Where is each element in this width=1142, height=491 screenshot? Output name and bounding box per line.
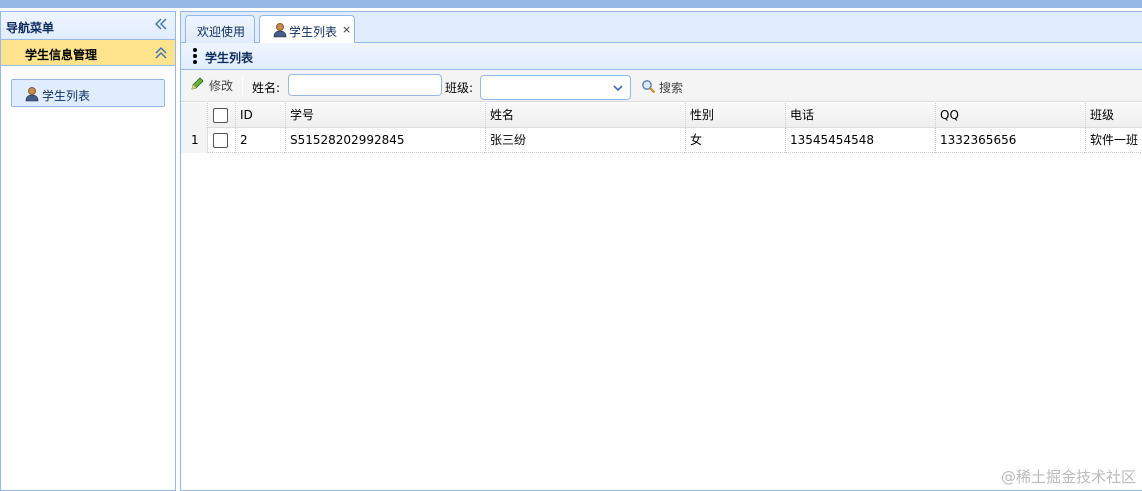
- menu-dots-icon: [193, 48, 197, 64]
- tab-student-list[interactable]: 学生列表 ×: [259, 15, 355, 44]
- class-select[interactable]: [480, 75, 631, 100]
- panel-title: 学生列表: [205, 51, 254, 65]
- search-label: 搜索: [659, 81, 684, 95]
- table-row[interactable]: 1 2 S51528202992845 张三纷 女 13545454548 13…: [181, 128, 1142, 153]
- chevron-down-icon: [613, 85, 623, 92]
- main-panel: 欢迎使用 学生列表 × 学生列表 修改 姓名: 班级: 搜索 ID 学号 姓名 …: [180, 11, 1142, 491]
- select-all-checkbox[interactable]: [213, 108, 228, 123]
- cell-phone: 13545454548: [786, 128, 936, 153]
- tab-welcome[interactable]: 欢迎使用: [185, 15, 255, 43]
- name-input[interactable]: [288, 74, 442, 96]
- column-header-student-number[interactable]: 学号: [286, 103, 486, 128]
- collapse-left-icon[interactable]: [153, 16, 169, 32]
- tabs-bar: 欢迎使用 学生列表 ×: [181, 12, 1142, 44]
- grid-header-row: ID 学号 姓名 性别 电话 QQ 班级: [181, 103, 1142, 128]
- nav-item-label: 学生列表: [42, 89, 91, 103]
- name-label: 姓名:: [252, 81, 281, 95]
- student-grid: ID 学号 姓名 性别 电话 QQ 班级 1 2 S51528202992845…: [181, 103, 1142, 153]
- column-header-name[interactable]: 姓名: [486, 103, 686, 128]
- tab-label: 学生列表: [289, 25, 338, 39]
- panel-header: 学生列表: [181, 43, 1142, 70]
- pencil-icon: [191, 77, 204, 90]
- cell-name: 张三纷: [486, 128, 686, 153]
- tab-label: 欢迎使用: [197, 25, 246, 39]
- row-select-cell: [208, 128, 236, 153]
- column-header-class[interactable]: 班级: [1086, 103, 1142, 128]
- column-header-id[interactable]: ID: [236, 103, 286, 128]
- accordion-header-student-info[interactable]: 学生信息管理: [1, 40, 175, 66]
- nav-title: 导航菜单: [6, 21, 55, 35]
- select-all-cell: [208, 103, 236, 128]
- accordion-title: 学生信息管理: [25, 48, 98, 62]
- column-header-gender[interactable]: 性别: [686, 103, 786, 128]
- nav-item-student-list[interactable]: 学生列表: [11, 79, 165, 107]
- toolbar: 修改 姓名: 班级: 搜索: [181, 70, 1142, 102]
- nav-header: 导航菜单: [1, 12, 175, 40]
- row-number: 1: [181, 128, 208, 153]
- cell-student-number: S51528202992845: [286, 128, 486, 153]
- user-icon: [273, 23, 287, 38]
- cell-qq: 1332365656: [936, 128, 1086, 153]
- search-icon: [642, 80, 656, 94]
- cell-id: 2: [236, 128, 286, 153]
- cell-gender: 女: [686, 128, 786, 153]
- column-header-qq[interactable]: QQ: [936, 103, 1086, 128]
- top-banner: [0, 0, 1142, 8]
- row-number-header: [181, 103, 208, 128]
- row-checkbox[interactable]: [213, 133, 228, 148]
- toolbar-divider: [242, 76, 243, 96]
- edit-label: 修改: [209, 79, 234, 93]
- user-icon: [25, 87, 39, 102]
- cell-class: 软件一班: [1090, 133, 1139, 147]
- nav-panel: 导航菜单 学生信息管理 学生列表: [0, 11, 176, 491]
- close-icon[interactable]: ×: [342, 23, 351, 36]
- column-header-phone[interactable]: 电话: [786, 103, 936, 128]
- class-label: 班级:: [445, 81, 474, 95]
- watermark: @稀土掘金技术社区: [1000, 468, 1136, 486]
- collapse-up-icon[interactable]: [153, 45, 169, 61]
